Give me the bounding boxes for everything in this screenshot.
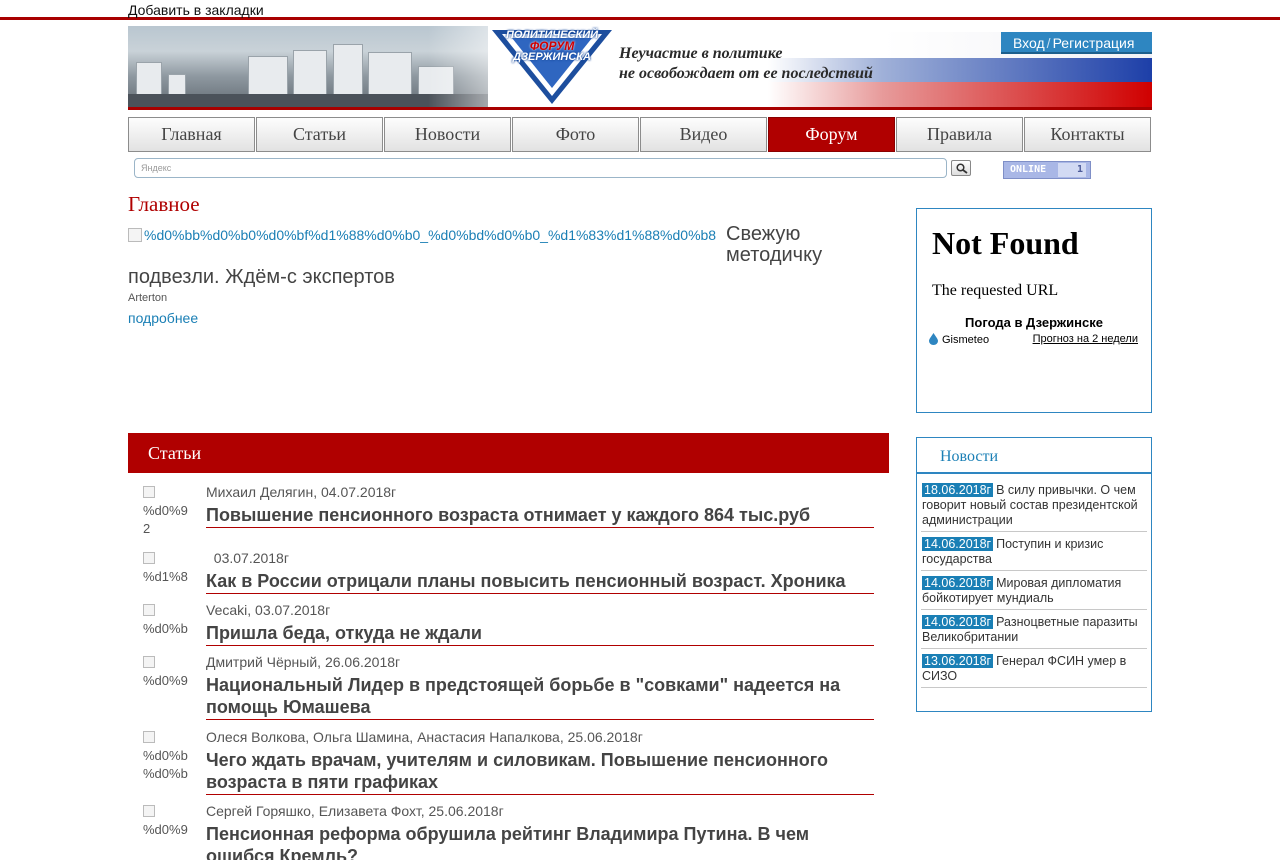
broken-image-icon	[128, 228, 142, 242]
broken-image-icon	[143, 656, 155, 668]
top-bar: Добавить в закладки	[0, 0, 1280, 20]
sidebar-widget-box: Not Found The requested URL Погода в Дзе…	[916, 208, 1152, 413]
news-item[interactable]: 14.06.2018г Мировая дипломатия бойкотируе…	[921, 575, 1147, 610]
thumb-alt-2: 2	[143, 521, 151, 536]
register-link[interactable]: Регистрация	[1053, 35, 1135, 51]
news-date: 13.06.2018г	[922, 654, 994, 668]
article-title[interactable]: Чего ждать врачам, учителям и силовикам.…	[206, 749, 874, 795]
online-counter[interactable]: ONLINE 1	[1003, 161, 1091, 179]
broken-image-icon	[143, 604, 155, 616]
news-date: 14.06.2018г	[922, 576, 994, 590]
article-title[interactable]: Повышение пенсионного возраста отнимает …	[206, 504, 874, 528]
featured-heading: Главное	[128, 192, 200, 216]
news-heading[interactable]: Новости	[917, 438, 1151, 474]
header-divider	[128, 107, 1152, 110]
thumb-alt: %d0%9	[143, 673, 188, 688]
news-date: 14.06.2018г	[922, 615, 994, 629]
news-widget: Новости 18.06.2018г В силу привычки. О че…	[916, 437, 1152, 712]
news-date: 18.06.2018г	[922, 483, 994, 497]
thumb-alt: %d0%b	[143, 621, 188, 636]
broken-image-icon	[143, 731, 155, 743]
slogan: Неучастие в политике не освобождает от е…	[619, 44, 873, 84]
thumb-alt: %d0%9	[143, 503, 188, 518]
news-date: 14.06.2018г	[922, 537, 994, 551]
search-input[interactable]: Яндекс	[134, 158, 947, 178]
featured-image-alt: %d0%bb%d0%b0%d0%bf%d1%88%d0%b0_%d0%bd%d0…	[144, 227, 717, 243]
article-thumbnail[interactable]: %d0%b	[143, 602, 189, 638]
thumb-alt: %d0%b	[143, 748, 188, 763]
news-item[interactable]: 13.06.2018г Генерал ФСИН умер в СИЗО	[921, 653, 1147, 688]
nav-item-forum[interactable]: Форум	[768, 117, 895, 152]
thumb-alt-2: %d0%b	[143, 766, 188, 781]
article-meta: Сергей Горяшко, Елизавета Фохт, 25.06.20…	[206, 803, 504, 819]
auth-separator: /	[1046, 35, 1051, 51]
auth-bar: Вход / Регистрация	[1001, 32, 1152, 54]
article-title[interactable]: Национальный Лидер в предстоящей борьбе …	[206, 674, 874, 720]
article-thumbnail[interactable]: %d1%8	[143, 550, 189, 586]
nav-item-contacts[interactable]: Контакты	[1024, 117, 1151, 152]
article-title[interactable]: Пришла беда, откуда не ждали	[206, 622, 874, 646]
article-thumbnail[interactable]: %d0%9 2	[143, 484, 189, 538]
weather-source-label: Gismeteo	[942, 334, 990, 346]
article-meta: Дмитрий Чёрный, 26.06.2018г	[206, 654, 401, 670]
site-logo[interactable]: ПОЛИТИЧЕСКИЙ ФОРУМ ДЗЕРЖИНСКА	[490, 28, 614, 106]
news-item[interactable]: 14.06.2018г Разноцветные паразиты Великоб…	[921, 614, 1147, 649]
read-more-link[interactable]: подробнее	[128, 310, 198, 326]
nav-item-video[interactable]: Видео	[640, 117, 767, 152]
article-meta: 03.07.2018г	[206, 550, 289, 566]
broken-image-icon	[143, 486, 155, 498]
article-title[interactable]: Как в России отрицали планы повысить пен…	[206, 570, 874, 594]
water-drop-icon	[929, 333, 938, 345]
article-meta: Михаил Делягин, 04.07.2018г	[206, 484, 397, 500]
main-nav: Главная Статьи Новости Фото Видео Форум …	[128, 117, 1152, 152]
nav-item-articles[interactable]: Статьи	[256, 117, 383, 152]
weather-source[interactable]: Gismeteo	[929, 333, 989, 346]
featured-title-part1[interactable]: Свежую методичку	[726, 224, 896, 266]
article-title[interactable]: Пенсионная реформа обрушила рейтинг Влад…	[206, 823, 874, 860]
news-list: 18.06.2018г В силу привычки. О чем говори…	[921, 482, 1147, 692]
thumb-alt: %d1%8	[143, 569, 188, 584]
slogan-line1: Неучастие в политике	[619, 45, 783, 62]
add-bookmark-link[interactable]: Добавить в закладки	[128, 2, 264, 18]
weather-title[interactable]: Погода в Дзержинске	[917, 315, 1151, 330]
featured-title-part2[interactable]: подвезли. Ждём-с экспертов	[128, 265, 395, 289]
news-item[interactable]: 14.06.2018г Поступин и кризис государства	[921, 536, 1147, 571]
not-found-title: Not Found	[932, 225, 1079, 261]
online-label: ONLINE	[1010, 164, 1047, 175]
login-link[interactable]: Вход	[1013, 35, 1045, 51]
news-item[interactable]: 18.06.2018г В силу привычки. О чем говори…	[921, 482, 1147, 532]
articles-heading[interactable]: Статьи	[128, 433, 889, 473]
nav-item-home[interactable]: Главная	[128, 117, 255, 152]
featured-image[interactable]: %d0%bb%d0%b0%d0%bf%d1%88%d0%b0_%d0%bd%d0…	[128, 227, 718, 247]
thumb-alt: %d0%9	[143, 822, 188, 837]
article-meta: Vecaki, 03.07.2018г	[206, 602, 331, 618]
not-found-text: The requested URL	[932, 282, 1059, 299]
broken-image-icon	[143, 805, 155, 817]
nav-item-news[interactable]: Новости	[384, 117, 511, 152]
article-thumbnail[interactable]: %d0%b %d0%b	[143, 729, 189, 783]
search-icon	[956, 163, 968, 174]
weather-forecast-link[interactable]: Прогноз на 2 недели	[1033, 333, 1138, 345]
slogan-line2: не освобождает от ее последствий	[619, 65, 873, 82]
article-meta: Олеся Волкова, Ольга Шамина, Анастасия Н…	[206, 729, 643, 745]
logo-line3: ДЗЕРЖИНСКА	[513, 51, 591, 63]
online-count: 1	[1058, 163, 1086, 177]
nav-item-rules[interactable]: Правила	[896, 117, 1023, 152]
featured-author: Arterton	[128, 292, 168, 304]
article-thumbnail[interactable]: %d0%9	[143, 654, 189, 690]
broken-image-icon	[143, 552, 155, 564]
header-banner: ПОЛИТИЧЕСКИЙ ФОРУМ ДЗЕРЖИНСКА Неучастие …	[128, 26, 1152, 110]
search-button[interactable]	[951, 160, 971, 176]
article-thumbnail[interactable]: %d0%9	[143, 803, 189, 839]
nav-item-photo[interactable]: Фото	[512, 117, 639, 152]
